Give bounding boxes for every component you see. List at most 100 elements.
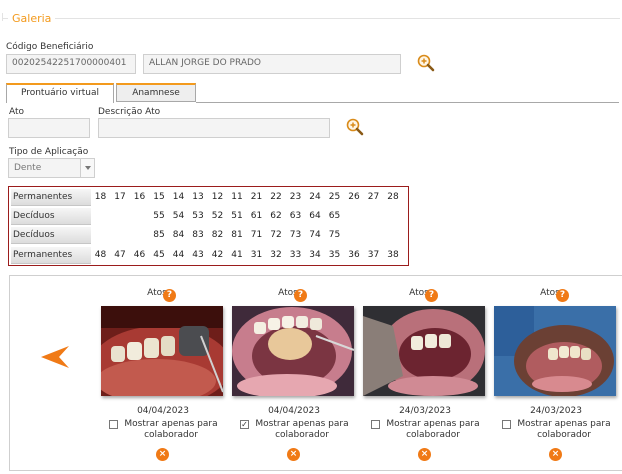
tooth-34[interactable]: 34 — [306, 247, 325, 264]
colaborador-checkbox-label: Mostrar apenas para colaborador — [517, 419, 611, 440]
tooth-64[interactable]: 64 — [306, 208, 325, 225]
tooth-13[interactable]: 13 — [189, 189, 208, 206]
tooth-46[interactable]: 46 — [130, 247, 149, 264]
colaborador-checkbox[interactable] — [371, 420, 380, 429]
ato-label: Ato — [9, 107, 25, 117]
dental-photo[interactable] — [363, 306, 485, 396]
tooth-11[interactable]: 11 — [228, 189, 247, 206]
tooth-48[interactable]: 48 — [91, 247, 110, 264]
ato-field[interactable] — [8, 118, 90, 138]
tipo-aplicacao-value: Dente — [14, 163, 42, 173]
tooth-33[interactable]: 33 — [286, 247, 305, 264]
beneficiario-label: Código Beneficiário — [6, 42, 94, 52]
tab-divider — [196, 102, 619, 103]
descricao-ato-label: Descrição Ato — [98, 107, 161, 117]
fieldset-legend: Galeria — [8, 12, 56, 25]
photo-date: 04/04/2023 — [268, 406, 320, 416]
fieldset-border — [2, 18, 620, 19]
question-icon[interactable]: ? — [163, 289, 176, 302]
tooth-21[interactable]: 21 — [247, 189, 266, 206]
tooth-18[interactable]: 18 — [91, 189, 110, 206]
question-icon[interactable]: ? — [556, 289, 569, 302]
tooth-row-label: Decíduos — [11, 227, 91, 244]
odontogram: Permanentes 18 17 16 15 14 13 12 11 21 2… — [8, 186, 409, 266]
tooth-17[interactable]: 17 — [111, 189, 130, 206]
tooth-28[interactable]: 28 — [384, 189, 403, 206]
close-icon[interactable]: × — [156, 448, 169, 461]
tooth-84[interactable]: 84 — [169, 227, 188, 244]
tooth-35[interactable]: 35 — [325, 247, 344, 264]
tooth-75[interactable]: 75 — [325, 227, 344, 244]
tooth-47[interactable]: 47 — [111, 247, 130, 264]
tooth-61[interactable]: 61 — [247, 208, 266, 225]
tooth-42[interactable]: 42 — [208, 247, 227, 264]
colaborador-checkbox[interactable] — [109, 420, 118, 429]
tooth-83[interactable]: 83 — [189, 227, 208, 244]
descricao-ato-field[interactable] — [98, 118, 330, 138]
tooth-53[interactable]: 53 — [189, 208, 208, 225]
tooth-16[interactable]: 16 — [130, 189, 149, 206]
tooth-25[interactable]: 25 — [325, 189, 344, 206]
close-icon[interactable]: × — [287, 448, 300, 461]
tooth-row-deciduos-lower: Decíduos 85 84 83 82 81 71 72 73 74 75 — [11, 227, 406, 245]
tooth-54[interactable]: 54 — [169, 208, 188, 225]
colaborador-checkbox[interactable] — [502, 420, 511, 429]
tooth-36[interactable]: 36 — [345, 247, 364, 264]
tooth-32[interactable]: 32 — [267, 247, 286, 264]
tooth-14[interactable]: 14 — [169, 189, 188, 206]
dental-photo[interactable] — [494, 306, 616, 396]
colaborador-checkbox-label: Mostrar apenas para colaborador — [386, 419, 480, 440]
tooth-row-deciduos-upper: Decíduos 55 54 53 52 51 61 62 63 64 65 — [11, 208, 406, 226]
tooth-31[interactable]: 31 — [247, 247, 266, 264]
tooth-23[interactable]: 23 — [286, 189, 305, 206]
beneficiario-name-field[interactable]: ALLAN JORGE DO PRADO — [143, 54, 401, 74]
tooth-15[interactable]: 15 — [150, 189, 169, 206]
close-icon[interactable]: × — [549, 448, 562, 461]
close-icon[interactable]: × — [418, 448, 431, 461]
tooth-41[interactable]: 41 — [228, 247, 247, 264]
photo-date: 24/03/2023 — [530, 406, 582, 416]
tipo-aplicacao-select[interactable]: Dente — [8, 158, 95, 178]
dental-photo[interactable] — [101, 306, 223, 396]
tooth-81[interactable]: 81 — [228, 227, 247, 244]
tooth-85[interactable]: 85 — [150, 227, 169, 244]
tab-prontuario-virtual[interactable]: Prontuário virtual — [6, 83, 114, 103]
tooth-27[interactable]: 27 — [364, 189, 383, 206]
zoom-search-icon[interactable] — [416, 53, 436, 73]
tooth-63[interactable]: 63 — [286, 208, 305, 225]
tooth-37[interactable]: 37 — [364, 247, 383, 264]
photo-date: 24/03/2023 — [399, 406, 451, 416]
tooth-26[interactable]: 26 — [345, 189, 364, 206]
arrow-left-icon[interactable] — [41, 346, 69, 368]
question-icon[interactable]: ? — [294, 289, 307, 302]
tooth-43[interactable]: 43 — [189, 247, 208, 264]
zoom-search-icon[interactable] — [345, 117, 365, 137]
tooth-73[interactable]: 73 — [286, 227, 305, 244]
photo-date: 04/04/2023 — [137, 406, 189, 416]
tooth-82[interactable]: 82 — [208, 227, 227, 244]
dental-photo[interactable] — [232, 306, 354, 396]
colaborador-checkbox-label: Mostrar apenas para colaborador — [255, 419, 349, 440]
tooth-52[interactable]: 52 — [208, 208, 227, 225]
tipo-aplicacao-label: Tipo de Aplicação — [9, 147, 89, 157]
tooth-71[interactable]: 71 — [247, 227, 266, 244]
tooth-22[interactable]: 22 — [267, 189, 286, 206]
tooth-12[interactable]: 12 — [208, 189, 227, 206]
tooth-24[interactable]: 24 — [306, 189, 325, 206]
tooth-55[interactable]: 55 — [150, 208, 169, 225]
question-icon[interactable]: ? — [425, 289, 438, 302]
colaborador-checkbox[interactable]: ✓ — [240, 420, 249, 429]
tab-anamnese[interactable]: Anamnese — [116, 83, 196, 102]
tooth-51[interactable]: 51 — [228, 208, 247, 225]
tooth-62[interactable]: 62 — [267, 208, 286, 225]
tooth-45[interactable]: 45 — [150, 247, 169, 264]
tooth-44[interactable]: 44 — [169, 247, 188, 264]
tooth-row-permanentes-lower: Permanentes 48 47 46 45 44 43 42 41 31 3… — [11, 247, 406, 265]
beneficiario-code-field[interactable]: 00202542251700000401 — [6, 54, 136, 74]
tooth-74[interactable]: 74 — [306, 227, 325, 244]
tooth-38[interactable]: 38 — [384, 247, 403, 264]
chevron-down-icon[interactable] — [80, 159, 94, 177]
tooth-65[interactable]: 65 — [325, 208, 344, 225]
tooth-row-label: Permanentes — [11, 189, 91, 206]
tooth-72[interactable]: 72 — [267, 227, 286, 244]
